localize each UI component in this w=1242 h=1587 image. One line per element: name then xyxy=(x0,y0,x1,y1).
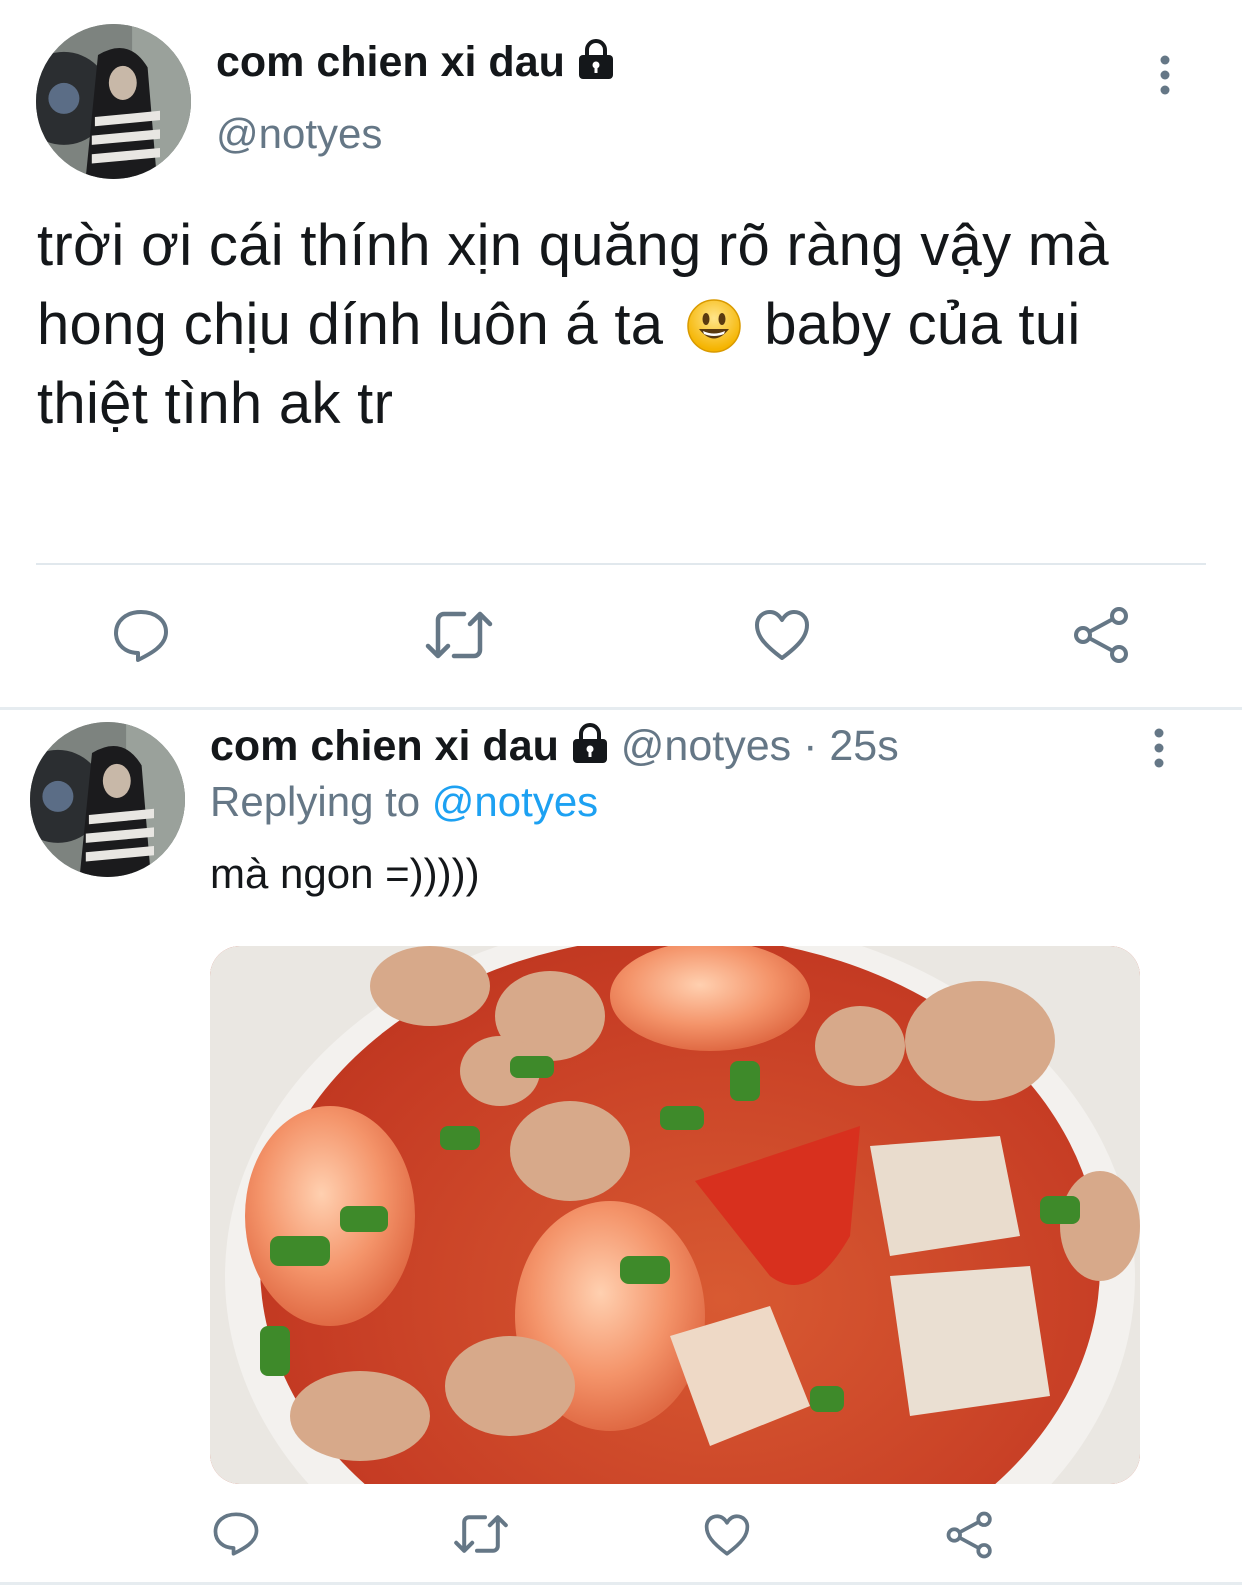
separator: · xyxy=(803,722,818,770)
like-icon[interactable] xyxy=(703,1513,751,1557)
section-separator xyxy=(0,707,1242,710)
lock-icon xyxy=(571,722,609,775)
more-options-icon[interactable] xyxy=(1152,728,1166,773)
divider xyxy=(36,563,1206,565)
display-name[interactable]: com chien xi dau xyxy=(216,38,615,91)
tweet-text: trời ơi cái thính xịn quăng rõ ràng vậy … xyxy=(37,206,1207,443)
tweet-text: mà ngon =))))) xyxy=(210,850,480,897)
retweet-icon[interactable] xyxy=(424,608,494,662)
like-icon[interactable] xyxy=(753,608,811,662)
section-separator xyxy=(0,1582,1242,1585)
reply-icon[interactable] xyxy=(212,1511,260,1557)
share-icon[interactable] xyxy=(1072,606,1132,664)
reply-header: com chien xi dau @notyes · 25s xyxy=(210,722,899,775)
handle[interactable]: @notyes xyxy=(621,722,791,770)
smiley-emoji-icon xyxy=(686,295,742,353)
display-name[interactable]: com chien xi dau xyxy=(210,722,559,770)
retweet-icon[interactable] xyxy=(453,1512,509,1556)
more-options-icon[interactable] xyxy=(1158,55,1172,100)
display-name-text: com chien xi dau xyxy=(216,38,565,86)
avatar[interactable] xyxy=(30,722,185,877)
handle[interactable]: @notyes xyxy=(216,110,382,158)
lock-icon xyxy=(577,38,615,91)
replying-label: Replying to xyxy=(210,778,421,825)
avatar[interactable] xyxy=(36,24,191,179)
share-icon[interactable] xyxy=(945,1511,995,1559)
tweet-photo[interactable] xyxy=(210,946,1140,1484)
replying-to: Replying to @notyes xyxy=(210,778,598,826)
timestamp[interactable]: 25s xyxy=(829,722,898,770)
reply-icon[interactable] xyxy=(112,608,170,664)
replying-handle-link[interactable]: @notyes xyxy=(432,778,598,825)
